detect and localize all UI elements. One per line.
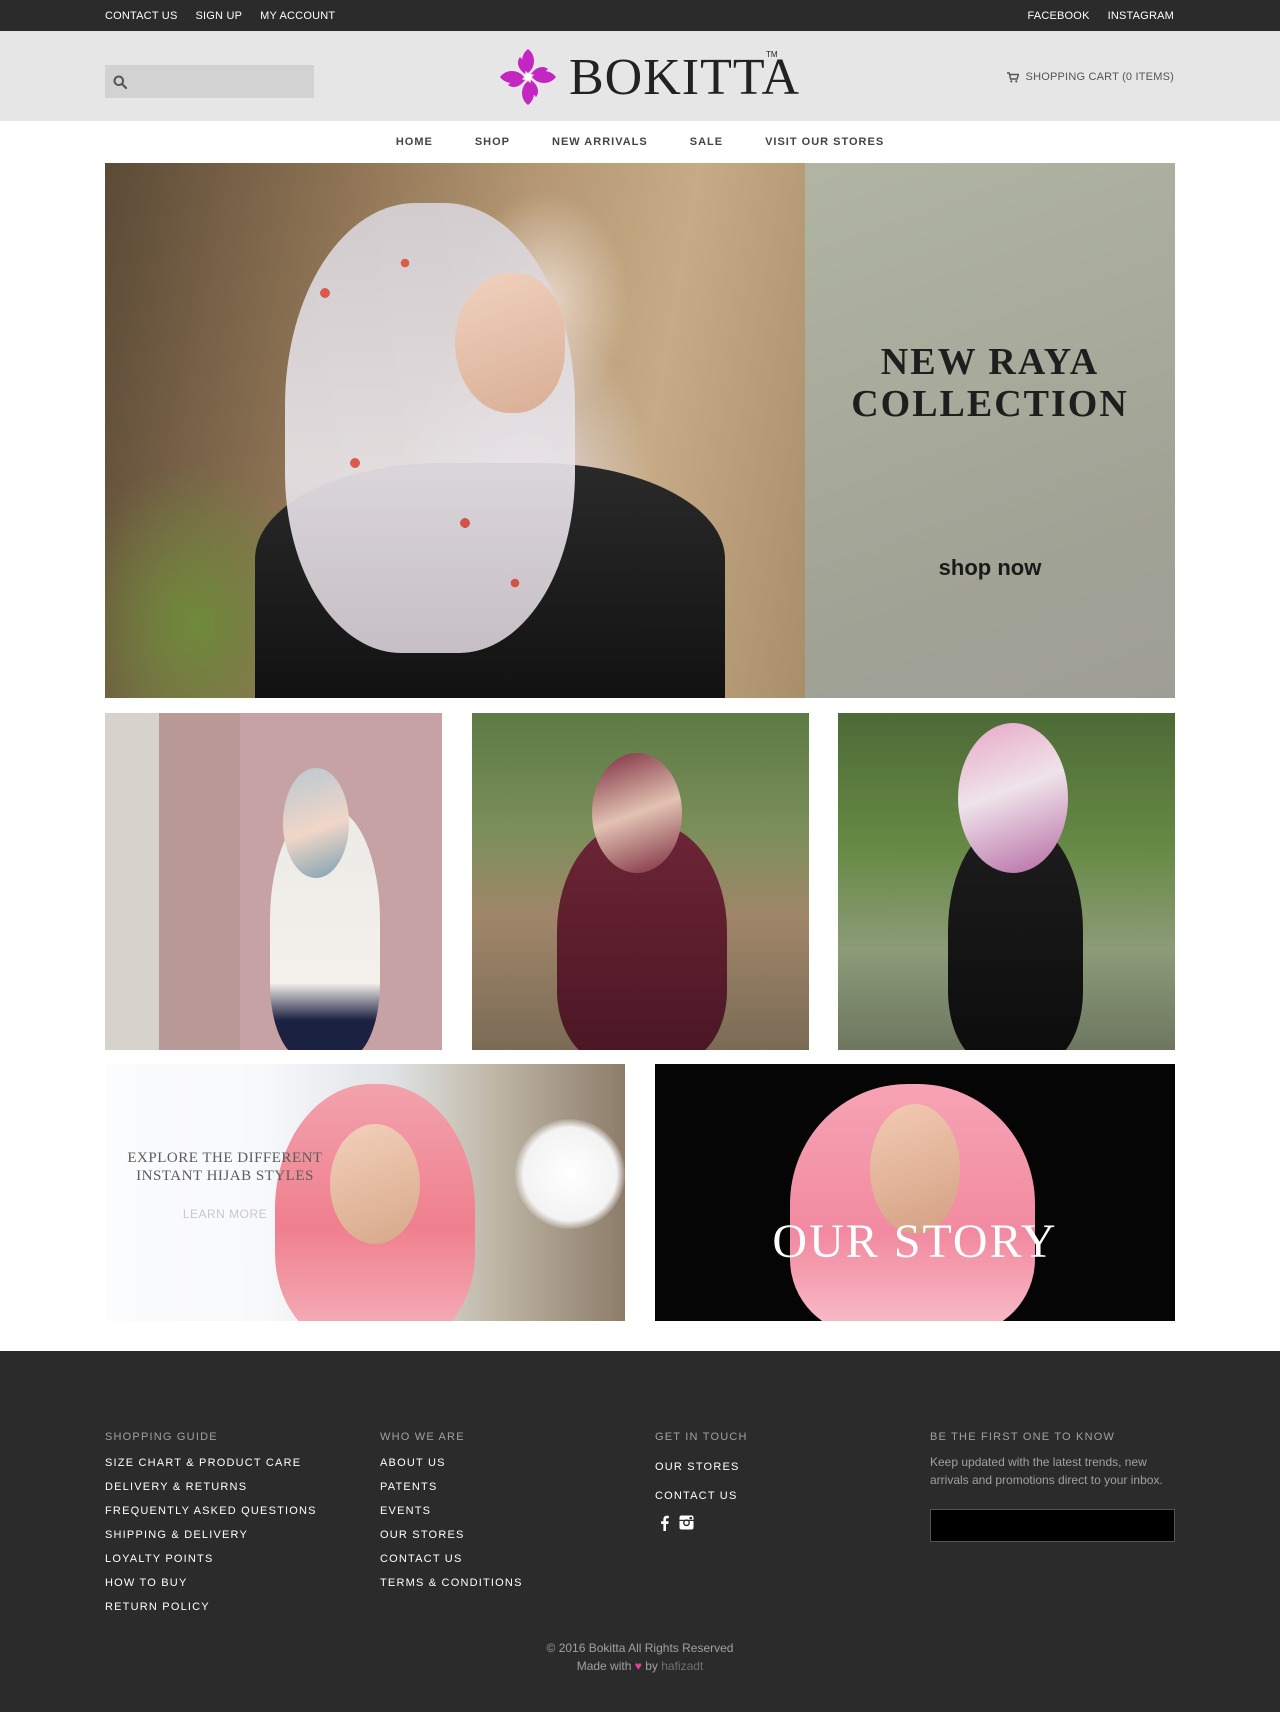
contact-us-link[interactable]: CONTACT US (105, 10, 178, 22)
footer-link-terms[interactable]: TERMS & CONDITIONS (380, 1577, 523, 1589)
instagram-link[interactable]: INSTAGRAM (1108, 10, 1174, 22)
footer-who-we-are: WHO WE ARE ABOUT US PATENTS EVENTS OUR S… (380, 1431, 523, 1597)
footer-link-about[interactable]: ABOUT US (380, 1457, 446, 1469)
footer-link-size-chart[interactable]: SIZE CHART & PRODUCT CARE (105, 1457, 301, 1469)
footer-link-contact[interactable]: CONTACT US (380, 1553, 463, 1565)
footer-link-loyalty[interactable]: LOYALTY POINTS (105, 1553, 214, 1565)
nav-sale[interactable]: SALE (669, 136, 744, 148)
search-box[interactable] (105, 65, 314, 98)
nav-new-arrivals[interactable]: NEW ARRIVALS (531, 136, 669, 148)
our-story-banner[interactable]: OUR STORY (655, 1064, 1175, 1321)
top-bar: CONTACT US SIGN UP MY ACCOUNT FACEBOOK I… (0, 0, 1280, 31)
footer-link-how-to-buy[interactable]: HOW TO BUY (105, 1577, 188, 1589)
flower-logo-icon (500, 49, 556, 105)
footer-heading: GET IN TOUCH (655, 1431, 748, 1443)
footer-link-events[interactable]: EVENTS (380, 1505, 431, 1517)
heart-icon: ♥ (634, 1659, 642, 1673)
facebook-link[interactable]: FACEBOOK (1027, 10, 1089, 22)
my-account-link[interactable]: MY ACCOUNT (260, 10, 335, 22)
logo-trademark: TM (766, 50, 778, 59)
copyright-text: © 2016 Bokitta All Rights Reserved (546, 1641, 734, 1655)
top-links-left: CONTACT US SIGN UP MY ACCOUNT (105, 0, 335, 31)
site-footer: SHOPPING GUIDE SIZE CHART & PRODUCT CARE… (0, 1351, 1280, 1712)
footer-link-patents[interactable]: PATENTS (380, 1481, 438, 1493)
main-nav: HOME SHOP NEW ARRIVALS SALE VISIT OUR ST… (0, 121, 1280, 163)
footer-link-faq[interactable]: FREQUENTLY ASKED QUESTIONS (105, 1505, 317, 1517)
hijab-styles-heading: EXPLORE THE DIFFERENT INSTANT HIJAB STYL… (127, 1150, 323, 1184)
instagram-icon[interactable] (679, 1515, 694, 1535)
hero-banner[interactable]: NEW RAYA COLLECTION shop now (105, 163, 1175, 698)
footer-heading: BE THE FIRST ONE TO KNOW (930, 1431, 1116, 1443)
our-story-heading: OUR STORY (772, 1215, 1058, 1268)
copyright: © 2016 Bokitta All Rights Reserved Made … (0, 1639, 1280, 1675)
cart-label: SHOPPING CART (0 ITEMS) (1025, 71, 1174, 83)
nav-home[interactable]: HOME (375, 136, 454, 148)
shop-now-link[interactable]: shop now (805, 555, 1175, 581)
nav-visit-our-stores[interactable]: VISIT OUR STORES (744, 136, 905, 148)
shopping-cart-link[interactable]: SHOPPING CART (0 ITEMS) (1006, 71, 1174, 83)
site-header: BOKITTA TM SHOPPING CART (0 ITEMS) (0, 31, 1280, 121)
footer-link-our-stores[interactable]: OUR STORES (380, 1529, 465, 1541)
site-logo[interactable]: BOKITTA TM (497, 43, 799, 109)
social-icons (655, 1515, 748, 1535)
cart-icon (1006, 71, 1019, 82)
footer-heading: SHOPPING GUIDE (105, 1431, 218, 1443)
product-tile[interactable] (105, 713, 442, 1050)
hero-overlay-panel (805, 163, 1175, 698)
footer-get-in-touch: GET IN TOUCH OUR STORES CONTACT US (655, 1431, 748, 1535)
search-icon[interactable] (113, 75, 127, 89)
footer-link-delivery-returns[interactable]: DELIVERY & RETURNS (105, 1481, 247, 1493)
footer-link-contact-us[interactable]: CONTACT US (655, 1490, 738, 1502)
footer-heading: WHO WE ARE (380, 1431, 465, 1443)
top-links-right: FACEBOOK INSTAGRAM (1027, 0, 1174, 31)
facebook-icon[interactable] (660, 1515, 669, 1535)
learn-more-link[interactable]: LEARN MORE (105, 1207, 345, 1221)
product-tile[interactable] (838, 713, 1175, 1050)
footer-link-return-policy[interactable]: RETURN POLICY (105, 1601, 210, 1613)
search-input[interactable] (135, 65, 314, 98)
hijab-styles-banner[interactable]: EXPLORE THE DIFFERENT INSTANT HIJAB STYL… (105, 1064, 625, 1321)
footer-link-stores[interactable]: OUR STORES (655, 1461, 740, 1473)
product-tile[interactable] (472, 713, 809, 1050)
newsletter-email-input[interactable] (931, 1510, 1174, 1541)
hero-photo (105, 163, 805, 698)
newsletter-box (930, 1509, 1175, 1542)
footer-shopping-guide: SHOPPING GUIDE SIZE CHART & PRODUCT CARE… (105, 1431, 317, 1621)
hero-title: NEW RAYA COLLECTION (851, 341, 1129, 425)
nav-shop[interactable]: SHOP (454, 136, 531, 148)
footer-link-shipping[interactable]: SHIPPING & DELIVERY (105, 1529, 248, 1541)
made-with-line: Made with ♥ by hafizadt (576, 1659, 704, 1673)
newsletter-description: Keep updated with the latest trends, new… (930, 1455, 1163, 1487)
author-link[interactable]: hafizadt (661, 1659, 703, 1673)
sign-up-link[interactable]: SIGN UP (196, 10, 243, 22)
footer-newsletter: BE THE FIRST ONE TO KNOW Keep updated wi… (930, 1431, 1175, 1542)
